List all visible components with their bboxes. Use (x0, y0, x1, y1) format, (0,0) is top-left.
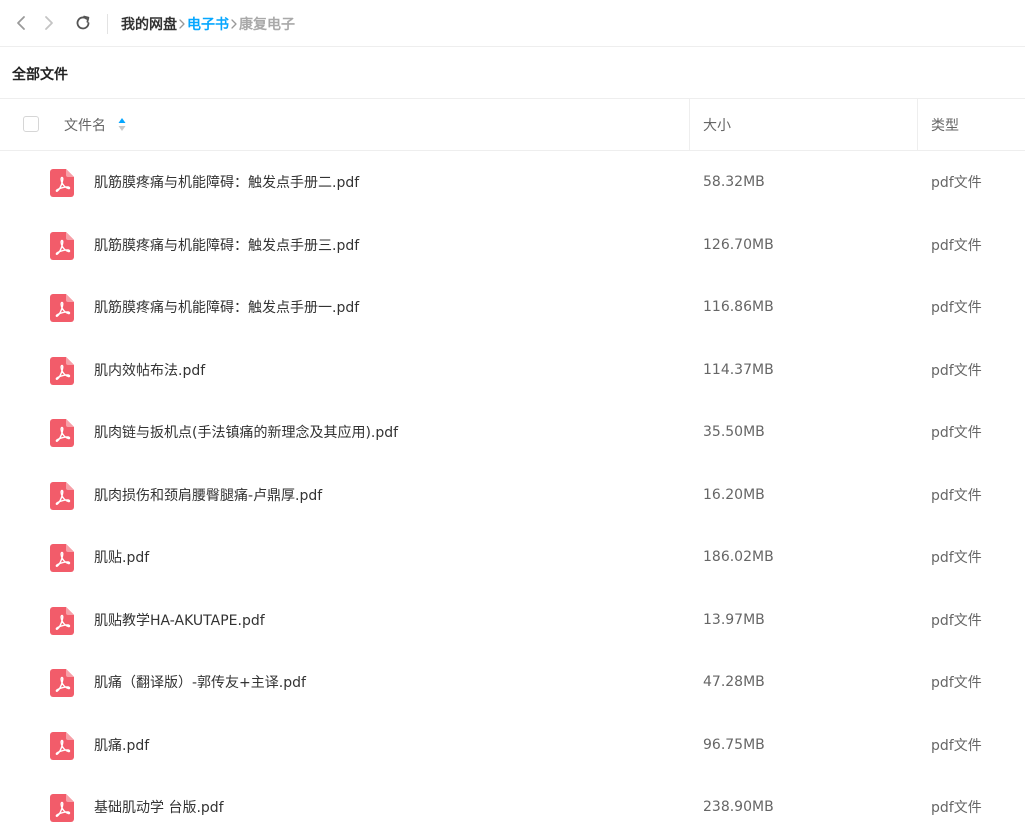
table-header: 文件名 大小 类型 (0, 99, 1025, 151)
breadcrumb-item-current: 康复电子 (239, 17, 295, 33)
pdf-file-icon (50, 544, 74, 572)
file-name[interactable]: 肌肉损伤和颈肩腰臀腿痛-卢鼎厚.pdf (94, 464, 322, 527)
file-size: 47.28MB (703, 674, 765, 691)
file-type: pdf文件 (931, 675, 982, 692)
forward-button[interactable] (38, 12, 60, 34)
file-name[interactable]: 肌筋膜疼痛与机能障碍：触发点手册三.pdf (94, 214, 359, 277)
column-divider[interactable] (689, 99, 690, 150)
refresh-icon (74, 14, 92, 32)
file-name[interactable]: 肌内效帖布法.pdf (94, 339, 205, 402)
file-size: 116.86MB (703, 299, 774, 316)
file-type: pdf文件 (931, 300, 982, 317)
file-type: pdf文件 (931, 425, 982, 442)
file-name[interactable]: 肌筋膜疼痛与机能障碍：触发点手册二.pdf (94, 151, 359, 214)
file-size: 13.97MB (703, 611, 765, 628)
pdf-file-icon (50, 481, 74, 510)
file-row[interactable]: 肌筋膜疼痛与机能障碍：触发点手册二.pdf 58.32MB pdf文件 (0, 151, 1025, 214)
file-type: pdf文件 (931, 800, 982, 817)
file-name[interactable]: 基础肌动学 台版.pdf (94, 776, 224, 839)
pdf-file-icon (50, 294, 74, 322)
pdf-file-icon (50, 794, 74, 822)
pdf-file-icon (50, 419, 74, 447)
file-name[interactable]: 肌筋膜疼痛与机能障碍：触发点手册一.pdf (94, 276, 359, 339)
pdf-file-icon (50, 606, 74, 635)
breadcrumb: 我的网盘 电子书 康复电子 (121, 14, 295, 34)
file-name[interactable]: 肌贴.pdf (94, 526, 149, 589)
nav-divider (107, 14, 108, 34)
file-size: 126.70MB (703, 236, 774, 253)
file-row[interactable]: 肌痛.pdf 96.75MB pdf文件 (0, 714, 1025, 777)
pdf-file-icon (50, 169, 74, 197)
breadcrumb-item-ebooks[interactable]: 电子书 (187, 14, 229, 34)
file-row[interactable]: 肌肉损伤和颈肩腰臀腿痛-卢鼎厚.pdf 16.20MB pdf文件 (0, 464, 1025, 527)
pdf-file-icon (50, 356, 74, 385)
pdf-file-icon (50, 231, 74, 260)
file-size: 238.90MB (703, 799, 774, 816)
file-type: pdf文件 (931, 487, 982, 504)
file-type: pdf文件 (931, 737, 982, 754)
breadcrumb-item-root[interactable]: 我的网盘 (121, 14, 177, 34)
file-size: 35.50MB (703, 424, 765, 441)
file-size: 114.37MB (703, 361, 774, 378)
file-row[interactable]: 肌贴教学HA-AKUTAPE.pdf 13.97MB pdf文件 (0, 589, 1025, 652)
file-size: 16.20MB (703, 486, 765, 503)
file-type: pdf文件 (931, 362, 982, 379)
file-list: 肌筋膜疼痛与机能障碍：触发点手册二.pdf 58.32MB pdf文件 肌筋膜疼… (0, 151, 1025, 839)
file-type: pdf文件 (931, 175, 982, 192)
page-title: 全部文件 (12, 67, 68, 83)
file-name[interactable]: 肌痛.pdf (94, 714, 149, 777)
chevron-left-icon (15, 15, 27, 31)
column-header-name[interactable]: 文件名 (64, 99, 126, 150)
file-row[interactable]: 肌筋膜疼痛与机能障碍：触发点手册三.pdf 126.70MB pdf文件 (0, 214, 1025, 277)
file-size: 58.32MB (703, 174, 765, 191)
pdf-file-icon (50, 669, 74, 697)
chevron-right-icon (230, 18, 238, 30)
file-name[interactable]: 肌痛（翻译版）-郭传友+主译.pdf (94, 651, 306, 714)
file-name[interactable]: 肌贴教学HA-AKUTAPE.pdf (94, 589, 265, 652)
file-row[interactable]: 基础肌动学 台版.pdf 238.90MB pdf文件 (0, 776, 1025, 839)
chevron-right-icon (178, 18, 186, 30)
file-row[interactable]: 肌痛（翻译版）-郭传友+主译.pdf 47.28MB pdf文件 (0, 651, 1025, 714)
top-navigation-bar: 我的网盘 电子书 康复电子 (0, 0, 1025, 47)
back-button[interactable] (10, 12, 32, 34)
pdf-file-icon (50, 731, 74, 760)
file-size: 186.02MB (703, 549, 774, 566)
file-type: pdf文件 (931, 612, 982, 629)
file-type: pdf文件 (931, 550, 982, 567)
column-header-type[interactable]: 类型 (931, 99, 959, 150)
file-name[interactable]: 肌肉链与扳机点(手法镇痛的新理念及其应用).pdf (94, 401, 398, 464)
file-row[interactable]: 肌贴.pdf 186.02MB pdf文件 (0, 526, 1025, 589)
column-divider[interactable] (917, 99, 918, 150)
refresh-button[interactable] (72, 12, 94, 34)
file-row[interactable]: 肌内效帖布法.pdf 114.37MB pdf文件 (0, 339, 1025, 402)
select-all-checkbox[interactable] (23, 116, 39, 132)
column-header-name-label: 文件名 (64, 117, 106, 134)
file-size: 96.75MB (703, 736, 765, 753)
file-row[interactable]: 肌筋膜疼痛与机能障碍：触发点手册一.pdf 116.86MB pdf文件 (0, 276, 1025, 339)
sort-icon[interactable] (118, 117, 126, 133)
file-row[interactable]: 肌肉链与扳机点(手法镇痛的新理念及其应用).pdf 35.50MB pdf文件 (0, 401, 1025, 464)
chevron-right-icon (43, 15, 55, 31)
file-type: pdf文件 (931, 237, 982, 254)
column-header-size[interactable]: 大小 (703, 99, 731, 150)
